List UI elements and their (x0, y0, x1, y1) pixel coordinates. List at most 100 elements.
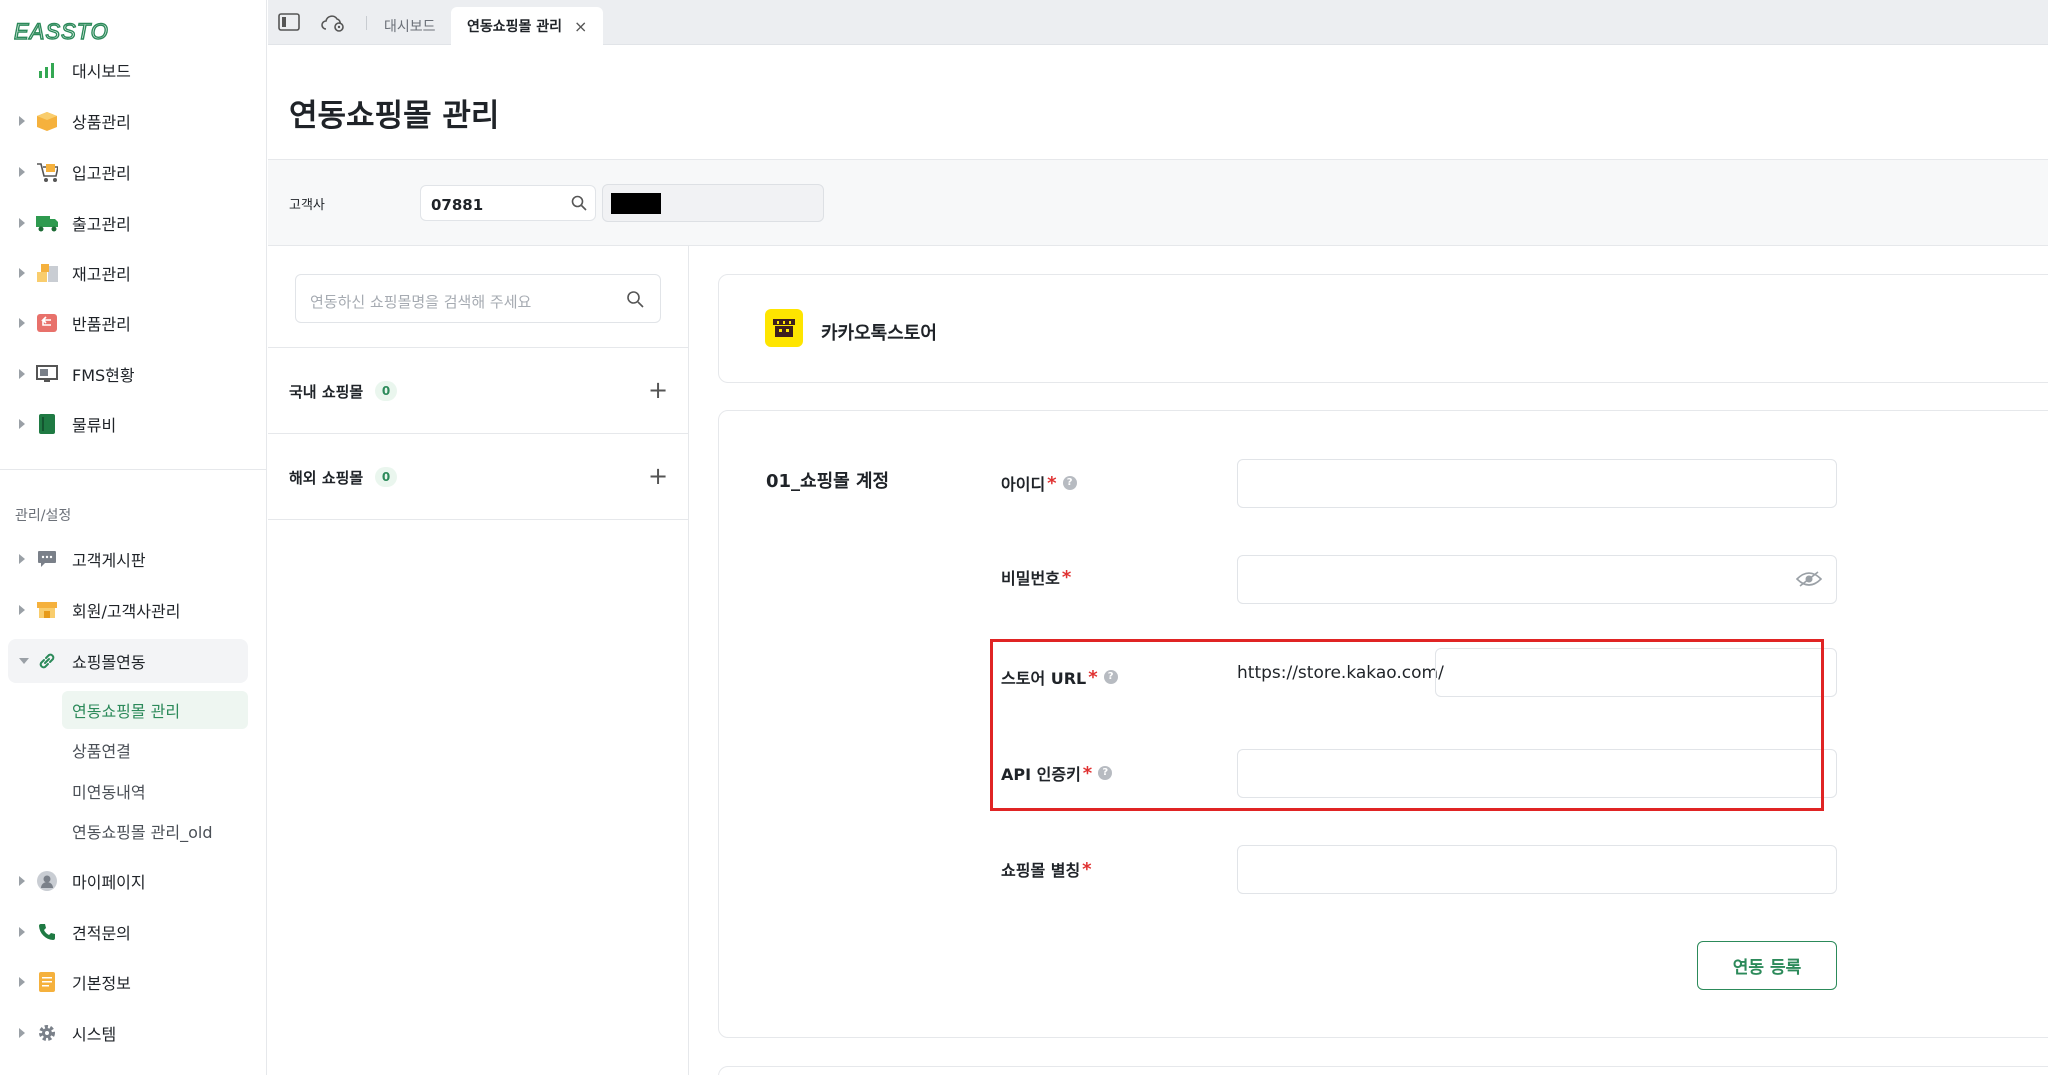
chevron-right-icon (19, 927, 25, 937)
sidebar-item-basic-info[interactable]: 기본정보 (0, 964, 267, 1000)
section-title: 01_쇼핑몰 계정 (766, 471, 890, 492)
sidebar-item-label: 상품관리 (72, 113, 131, 132)
chevron-right-icon (19, 977, 25, 987)
sidebar-item-quote-inquiry[interactable]: 견적문의 (0, 914, 267, 950)
sidebar-item-member-management[interactable]: 회원/고객사관리 (0, 592, 267, 628)
phone-icon (36, 921, 58, 943)
sidebar-subitem-linked-mall-management-old[interactable]: 연동쇼핑몰 관리_old (62, 812, 248, 850)
store-icon (36, 599, 58, 621)
eye-off-icon[interactable] (1795, 570, 1823, 592)
tab-label: 연동쇼핑몰 관리 (467, 19, 563, 35)
help-icon[interactable]: ? (1062, 476, 1077, 490)
sidebar-toggle-icon[interactable] (278, 13, 302, 33)
sidebar-item-label: FMS현황 (72, 366, 135, 385)
id-input[interactable] (1237, 459, 1837, 508)
sidebar-item-label: 출고관리 (72, 215, 131, 234)
tab-bar: 대시보드 연동쇼핑몰 관리 × (268, 0, 2048, 45)
next-section-card (718, 1066, 2048, 1075)
chevron-right-icon (19, 116, 25, 126)
search-icon[interactable] (571, 195, 587, 215)
password-input[interactable] (1237, 555, 1837, 604)
sidebar-item-label: 기본정보 (72, 974, 131, 993)
sidebar-item-inventory[interactable]: 재고관리 (0, 255, 267, 291)
sidebar-item-dashboard[interactable]: 대시보드 (0, 52, 267, 88)
sidebar-item-products[interactable]: 상품관리 (0, 103, 267, 139)
plus-icon[interactable]: + (648, 376, 668, 404)
tab-dashboard[interactable]: 대시보드 (384, 7, 436, 45)
tab-label: 대시보드 (384, 19, 436, 35)
category-label: 해외 쇼핑몰 (289, 469, 364, 487)
chevron-right-icon (19, 419, 25, 429)
category-overseas-malls[interactable]: 해외 쇼핑몰 0 + (268, 433, 689, 520)
chevron-right-icon (19, 218, 25, 228)
sidebar-subitem-unlinked-history[interactable]: 미연동내역 (62, 772, 248, 810)
count-badge: 0 (375, 381, 397, 401)
sidebar-item-mall-integration[interactable]: 쇼핑몰연동 (8, 639, 248, 683)
customer-label: 고객사 (289, 198, 325, 213)
sidebar-item-label: 물류비 (72, 416, 117, 435)
redacted-block (611, 193, 661, 214)
sidebar-item-label: 고객게시판 (72, 551, 146, 570)
sidebar-item-label: 대시보드 (72, 62, 131, 81)
chevron-right-icon (19, 605, 25, 615)
required-mark: * (1061, 566, 1072, 588)
sidebar-subitem-linked-mall-management[interactable]: 연동쇼핑몰 관리 (62, 691, 248, 729)
search-icon[interactable] (626, 290, 644, 312)
store-name: 카카오톡스토어 (821, 323, 937, 344)
sidebar-subitem-product-link[interactable]: 상품연결 (62, 731, 248, 769)
sidebar-item-returns[interactable]: 반품관리 (0, 305, 267, 341)
customer-filter-bar: 고객사 07881 (268, 159, 2048, 246)
mall-search-placeholder: 연동하신 쇼핑몰명을 검색해 주세요 (310, 293, 532, 311)
page-title: 연동쇼핑몰 관리 (289, 98, 500, 134)
chevron-right-icon (19, 876, 25, 886)
user-icon (36, 870, 58, 892)
sidebar-item-system[interactable]: 시스템 (0, 1015, 267, 1051)
sidebar-item-fms[interactable]: FMS현황 (0, 356, 267, 392)
customer-code-value: 07881 (431, 196, 484, 214)
sidebar-item-outbound[interactable]: 출고관리 (0, 205, 267, 241)
mall-search-input[interactable]: 연동하신 쇼핑몰명을 검색해 주세요 (295, 274, 661, 323)
close-icon[interactable]: × (574, 17, 587, 36)
sidebar-divider (0, 469, 267, 470)
sidebar-item-label: 입고관리 (72, 164, 131, 183)
logo[interactable]: EASSTO (13, 18, 126, 44)
sidebar-item-logistics-cost[interactable]: 물류비 (0, 406, 267, 442)
link-icon (36, 650, 58, 672)
mall-list-panel: 연동하신 쇼핑몰명을 검색해 주세요 국내 쇼핑몰 0 + 해외 쇼핑몰 0 + (268, 246, 689, 1075)
category-domestic-malls[interactable]: 국내 쇼핑몰 0 + (268, 347, 689, 434)
register-integration-button[interactable]: 연동 등록 (1697, 941, 1837, 990)
field-label-text: 아이디 (1001, 475, 1046, 494)
field-label-text: 쇼핑몰 별칭 (1001, 861, 1081, 880)
sidebar-item-customer-board[interactable]: 고객게시판 (0, 541, 267, 577)
sidebar-item-label: 마이페이지 (72, 873, 146, 892)
plus-icon[interactable]: + (648, 462, 668, 490)
sidebar-item-label: 회원/고객사관리 (72, 602, 181, 621)
mall-alias-field-label: 쇼핑몰 별칭 * (1001, 857, 1092, 881)
monitor-icon (36, 363, 58, 385)
bar-chart-icon (36, 59, 58, 81)
sidebar-item-inbound[interactable]: 입고관리 (0, 154, 267, 190)
boxes-icon (36, 262, 58, 284)
sidebar-item-label: 시스템 (72, 1025, 117, 1044)
chevron-down-icon (19, 658, 29, 664)
sidebar-item-label: 쇼핑몰연동 (72, 653, 146, 672)
count-badge: 0 (375, 467, 397, 487)
customer-name-field (602, 184, 824, 222)
easstto-logo-icon: EASSTO (13, 18, 108, 44)
password-field-label: 비밀번호 * (1001, 565, 1071, 589)
kakao-store-icon (765, 309, 803, 347)
account-form-card: 01_쇼핑몰 계정 아이디 * ? 비밀번호 * 스토어 URL * ? htt… (718, 410, 2048, 1038)
sidebar-item-label: 재고관리 (72, 265, 131, 284)
customer-code-input[interactable]: 07881 (420, 185, 596, 221)
category-label: 국내 쇼핑몰 (289, 383, 364, 401)
gear-icon (36, 1022, 58, 1044)
required-mark: * (1047, 472, 1057, 494)
tab-linked-mall-management[interactable]: 연동쇼핑몰 관리 × (451, 7, 604, 45)
sidebar-item-mypage[interactable]: 마이페이지 (0, 863, 267, 899)
sidebar-section-title: 관리/설정 (15, 508, 72, 524)
chevron-right-icon (19, 167, 25, 177)
cloud-settings-icon[interactable] (320, 13, 344, 33)
store-card: 카카오톡스토어 (718, 274, 2048, 383)
mall-alias-input[interactable] (1237, 845, 1837, 894)
field-label-text: 비밀번호 (1001, 569, 1060, 588)
